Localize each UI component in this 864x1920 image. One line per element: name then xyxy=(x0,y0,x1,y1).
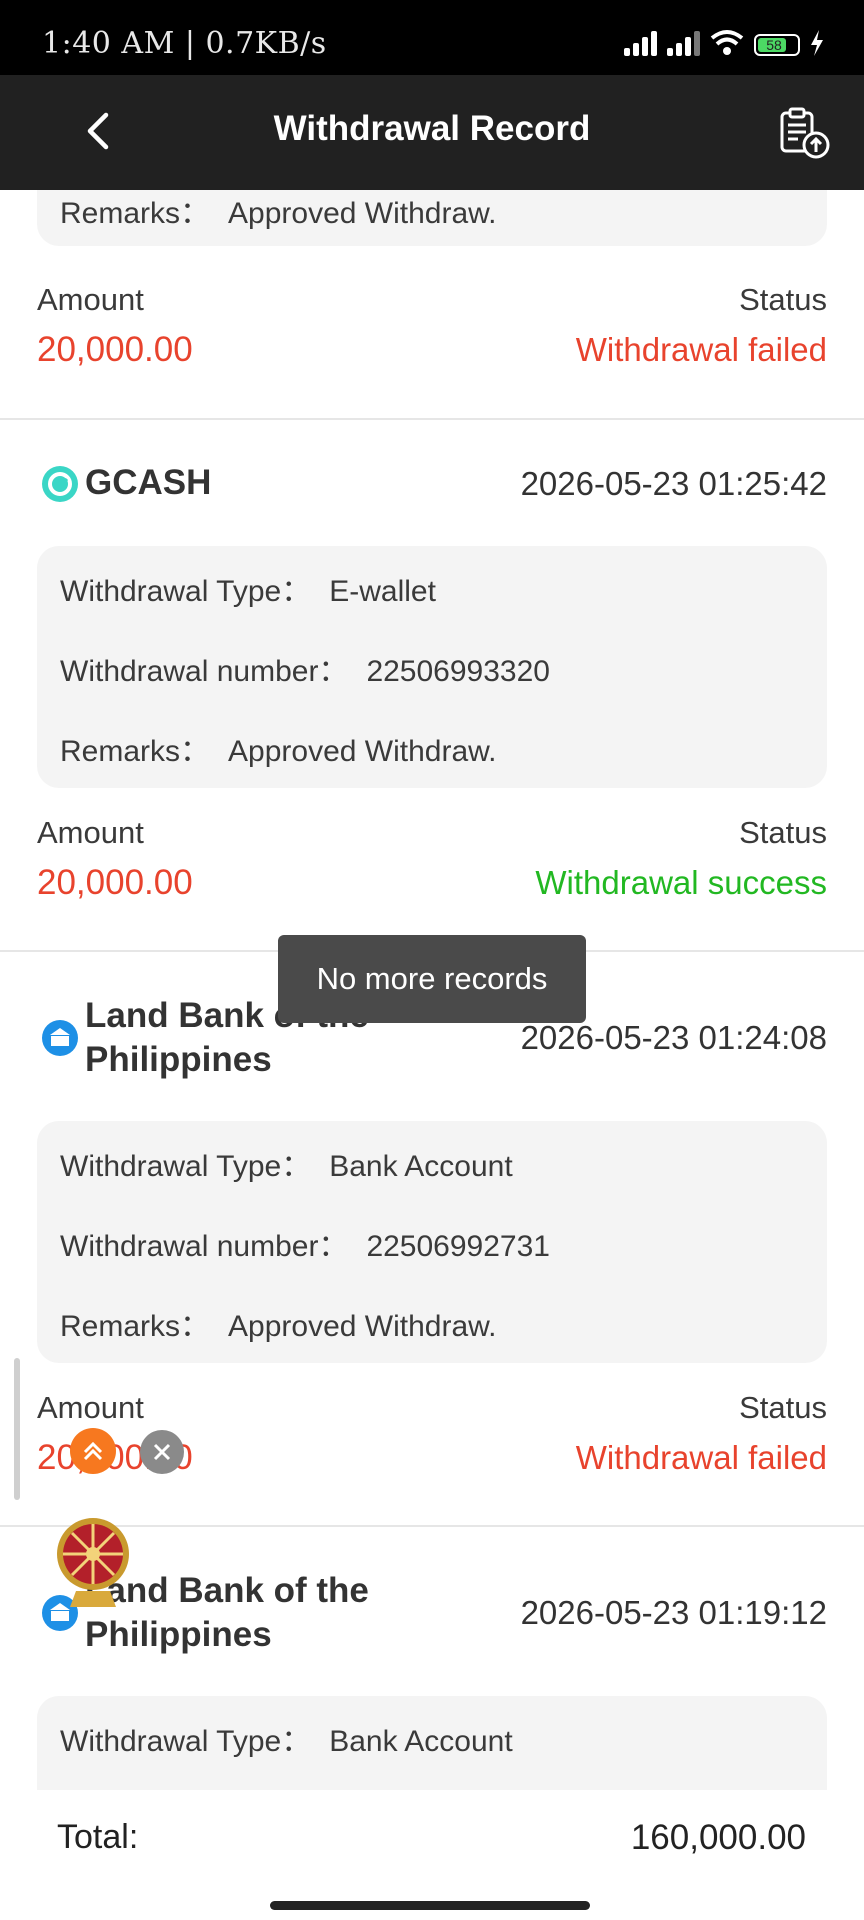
record-datetime: 2026-05-23 01:19:12 xyxy=(520,1594,827,1631)
status-label: Status xyxy=(739,815,827,850)
toast-message: No more records xyxy=(278,935,586,1023)
page-title: Withdrawal Record xyxy=(273,109,591,148)
scroll-top-button[interactable] xyxy=(70,1428,116,1474)
amount-label: Amount xyxy=(37,282,144,317)
gcash-logo-icon xyxy=(42,466,78,502)
withdrawal-type-row: Withdrawal Type： Bank Account xyxy=(60,1725,513,1758)
double-chevron-up-icon xyxy=(83,1441,103,1461)
amount-value: 20,000.00 xyxy=(37,330,193,369)
remarks-row: Remarks： Approved Withdraw. xyxy=(60,197,497,230)
status-label: Status xyxy=(739,1390,827,1425)
battery-icon: 58 xyxy=(754,34,800,56)
status-time: 1:40 AM | 0.7KB/s xyxy=(42,26,327,61)
record-datetime: 2026-05-23 01:24:08 xyxy=(520,1019,827,1056)
status-value: Withdrawal failed xyxy=(575,331,827,368)
bank-name: Land Bank of the Philippines xyxy=(85,1571,369,1654)
scrollbar[interactable] xyxy=(14,1358,20,1500)
status-icons: 58 xyxy=(624,28,824,56)
remarks-row: Remarks： Approved Withdraw. xyxy=(60,1310,497,1343)
land-bank-logo-icon xyxy=(42,1020,78,1056)
total-bar: Total: 160,000.00 xyxy=(0,1790,864,1890)
status-label: Status xyxy=(739,282,827,317)
charging-icon xyxy=(811,30,823,56)
signal-icon xyxy=(624,28,657,56)
withdrawal-number-row: Withdrawal number： 22506993320 xyxy=(60,655,550,688)
withdrawal-number-row: Withdrawal number： 22506992731 xyxy=(60,1230,550,1263)
status-value: Withdrawal failed xyxy=(575,1439,827,1476)
lucky-wheel-icon[interactable] xyxy=(54,1515,132,1611)
bank-name: GCASH xyxy=(85,463,212,502)
divider xyxy=(0,418,864,420)
wifi-icon xyxy=(710,30,744,55)
total-label: Total: xyxy=(57,1818,139,1856)
record-details: Withdrawal Type： Bank Account Withdrawal … xyxy=(37,1121,827,1363)
amount-label: Amount xyxy=(37,815,144,850)
record-details: Remarks： Approved Withdraw. xyxy=(37,190,827,246)
amount-label: Amount xyxy=(37,1390,144,1425)
withdrawal-type-row: Withdrawal Type： E-wallet xyxy=(60,575,436,608)
withdrawal-type-row: Withdrawal Type： Bank Account xyxy=(60,1150,513,1183)
close-icon xyxy=(153,1443,171,1461)
remarks-row: Remarks： Approved Withdraw. xyxy=(60,735,497,768)
record-datetime: 2026-05-23 01:25:42 xyxy=(520,465,827,502)
close-float-button[interactable] xyxy=(140,1430,184,1474)
home-indicator[interactable] xyxy=(270,1901,590,1910)
header-bar: Withdrawal Record xyxy=(0,75,864,190)
status-value: Withdrawal success xyxy=(535,864,827,901)
amount-value: 20,000.00 xyxy=(37,863,193,902)
total-value: 160,000.00 xyxy=(630,1818,806,1857)
status-bar: 1:40 AM | 0.7KB/s 58 xyxy=(0,0,864,75)
signal-icon-2 xyxy=(667,28,700,56)
record-details: Withdrawal Type： E-wallet Withdrawal numb… xyxy=(37,546,827,788)
clipboard-upload-icon[interactable] xyxy=(776,105,832,161)
record-details: Withdrawal Type： Bank Account xyxy=(37,1696,827,1790)
